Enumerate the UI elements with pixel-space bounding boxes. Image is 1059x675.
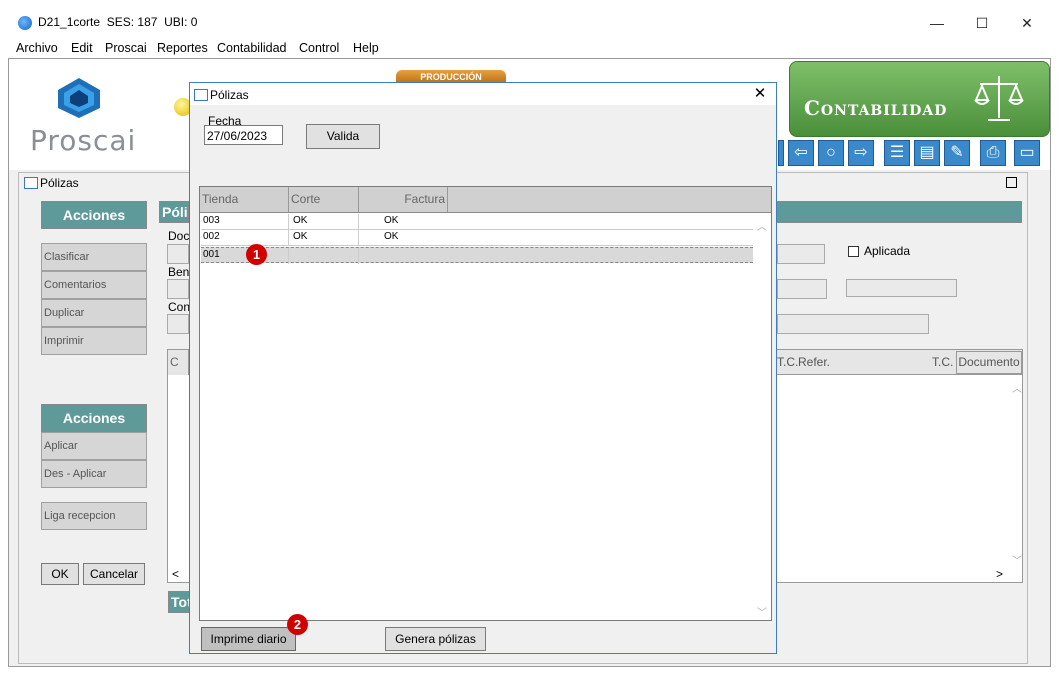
cell-tienda: 001 (203, 249, 220, 260)
dialog-window-icon (194, 89, 208, 101)
maximize-button[interactable]: ☐ (962, 12, 1002, 34)
col-tienda-header[interactable]: Tienda (200, 187, 289, 212)
aplicada-checkbox[interactable] (848, 246, 859, 257)
menu-control[interactable]: Control (299, 41, 339, 55)
toolbar-edge (778, 140, 784, 166)
doc-field[interactable] (167, 244, 189, 264)
ben-field[interactable] (167, 279, 189, 299)
table-row[interactable]: 003 OK OK (201, 214, 753, 230)
aplicar-button[interactable]: Aplicar (41, 432, 147, 460)
valida-button[interactable]: Valida (306, 124, 380, 149)
window-icon (24, 177, 38, 189)
list-icon[interactable]: ☰ (884, 140, 910, 166)
module-title: Contabilidad (804, 96, 948, 120)
totals-header: Tot (168, 591, 192, 613)
imprimir-button[interactable]: Imprimir (41, 327, 147, 355)
grid-scroll-down-icon[interactable]: ﹀ (757, 604, 767, 619)
col-refer-header: Refer. (798, 355, 831, 369)
window-title: D21_1corte SES: 187 UBI: 0 (38, 15, 198, 29)
annotation-badge-1: 1 (246, 244, 267, 265)
right-field-2[interactable] (777, 279, 827, 299)
edit-icon[interactable]: ✎ (944, 140, 970, 166)
poliza-section-header: Póli (159, 201, 189, 223)
dialog-title-bar (190, 83, 776, 105)
menu-archivo[interactable]: Archivo (16, 41, 58, 55)
dialog-close-icon[interactable]: ✕ (750, 84, 770, 104)
menu-reportes[interactable]: Reportes (157, 41, 208, 55)
balance-scale-icon (974, 76, 1024, 121)
doc-label: Doc (168, 229, 190, 243)
col-tc-header: T.C. (777, 355, 799, 369)
close-button[interactable]: ✕ (1007, 12, 1047, 34)
table-row-selected[interactable]: 001 (201, 247, 753, 264)
cell-corte: OK (293, 231, 308, 242)
des-aplicar-button[interactable]: Des - Aplicar (41, 460, 147, 488)
cell-tienda: 002 (203, 231, 220, 242)
annotation-badge-2: 2 (287, 614, 308, 635)
polizas-window-title: Pólizas (40, 176, 79, 190)
app-globe-icon (18, 16, 32, 30)
toolbar: ⇦ ○ ⇨ ☰ ▤ ✎ ⎙ ▭ (778, 138, 1046, 170)
logo-text: Proscai (30, 124, 137, 157)
scroll-up-icon[interactable]: ︿ (1012, 380, 1022, 395)
menu-help[interactable]: Help (353, 41, 379, 55)
con-field[interactable] (167, 314, 189, 334)
comentarios-button[interactable]: Comentarios (41, 271, 147, 299)
poliza-section-header-right (777, 201, 1022, 223)
acciones-header-2: Acciones (41, 404, 147, 432)
col-factura-header[interactable]: Factura (359, 187, 448, 212)
imprime-diario-button[interactable]: Imprime diario (201, 627, 296, 651)
menu-edit[interactable]: Edit (71, 41, 93, 55)
duplicar-button[interactable]: Duplicar (41, 299, 147, 327)
aplicada-label: Aplicada (864, 244, 911, 258)
right-field-1[interactable] (777, 244, 825, 264)
con-label: Con (168, 300, 191, 314)
search-user-icon[interactable]: ○ (818, 140, 844, 166)
cell-tienda: 003 (203, 215, 220, 226)
acciones-header: Acciones (41, 201, 147, 229)
menu-proscai[interactable]: Proscai (105, 41, 147, 55)
print-icon[interactable]: ⎙ (980, 140, 1006, 166)
cell-corte: OK (293, 215, 308, 226)
ben-label: Ben (168, 265, 190, 279)
liga-recepcion-button[interactable]: Liga recepcion (41, 502, 147, 530)
ok-button[interactable]: OK (41, 563, 79, 585)
col-tc2-header: T.C. (932, 355, 954, 369)
col-documento-header: Documento (956, 351, 1022, 374)
cell-factura: OK (384, 231, 399, 242)
col-corte-header[interactable]: Corte (289, 187, 359, 212)
fecha-input[interactable] (204, 125, 283, 145)
minimize-button[interactable]: — (917, 12, 957, 34)
edit-list-icon[interactable]: ▤ (914, 140, 940, 166)
forward-arrow-icon[interactable]: ⇨ (848, 140, 874, 166)
scroll-down-icon[interactable]: ﹀ (1012, 552, 1022, 567)
menu-contabilidad[interactable]: Contabilidad (217, 41, 287, 55)
scroll-left-icon[interactable]: < (172, 567, 179, 581)
right-field-4[interactable] (777, 314, 929, 334)
cell-factura: OK (384, 215, 399, 226)
maximize-icon[interactable] (1006, 177, 1017, 188)
grid-scroll-up-icon[interactable]: ︿ (757, 218, 767, 233)
window-icon[interactable]: ▭ (1014, 140, 1040, 166)
scroll-right-icon[interactable]: > (996, 567, 1003, 581)
dialog-title: Pólizas (210, 88, 249, 102)
genera-polizas-button[interactable]: Genera pólizas (385, 627, 486, 651)
proscai-logo-icon (58, 78, 100, 118)
back-arrow-icon[interactable]: ⇦ (788, 140, 814, 166)
clasificar-button[interactable]: Clasificar (41, 243, 147, 271)
col-c-header: C (168, 350, 189, 375)
table-row[interactable]: 002 OK OK (201, 230, 753, 246)
cancel-button[interactable]: Cancelar (83, 563, 145, 585)
right-field-3[interactable] (846, 279, 957, 297)
